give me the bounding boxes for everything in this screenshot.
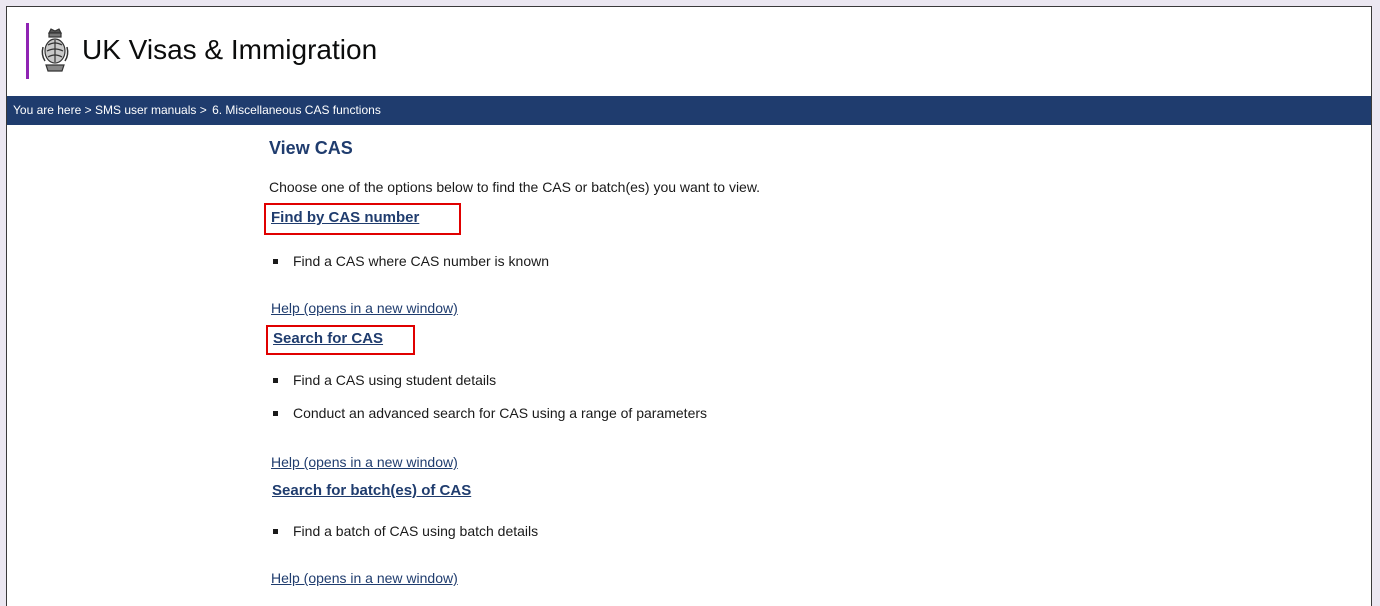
royal-crest-icon — [41, 28, 69, 72]
site-header: UK Visas & Immigration — [7, 7, 1371, 96]
intro-text: Choose one of the options below to find … — [269, 179, 761, 195]
help-link-search-for-cas[interactable]: Help (opens in a new window) — [271, 454, 458, 470]
search-for-cas-link[interactable]: Search for CAS — [273, 330, 383, 347]
bullet-icon — [273, 377, 278, 383]
list-item: Find a CAS using student details — [271, 372, 496, 388]
bullet-icon — [273, 258, 278, 264]
page-frame: UK Visas & Immigration You are here > SM… — [6, 6, 1372, 606]
breadcrumb-item-current: 6. Miscellaneous CAS functions — [212, 103, 381, 117]
brand-accent-bar — [26, 23, 29, 79]
search-for-batches-of-cas-link[interactable]: Search for batch(es) of CAS — [272, 482, 471, 499]
breadcrumb-separator: > — [84, 103, 92, 117]
list-item: Find a batch of CAS using batch details — [271, 523, 538, 539]
help-link-find-by-cas-number[interactable]: Help (opens in a new window) — [271, 300, 458, 316]
breadcrumb-you-are-here: You are here — [13, 103, 82, 117]
find-by-cas-number-link[interactable]: Find by CAS number — [271, 209, 419, 226]
help-link-search-for-batches[interactable]: Help (opens in a new window) — [271, 570, 458, 586]
list-item: Find a CAS where CAS number is known — [271, 253, 549, 269]
list-item: Conduct an advanced search for CAS using… — [271, 405, 707, 421]
bullet-icon — [273, 410, 278, 416]
breadcrumb: You are here > SMS user manuals > 6. Mis… — [7, 96, 1371, 125]
page-title: View CAS — [269, 138, 353, 158]
breadcrumb-item-sms-user-manuals[interactable]: SMS user manuals — [95, 96, 196, 125]
brand-name: UK Visas & Immigration — [82, 34, 378, 65]
breadcrumb-separator: > — [199, 103, 207, 117]
bullet-icon — [273, 528, 278, 534]
